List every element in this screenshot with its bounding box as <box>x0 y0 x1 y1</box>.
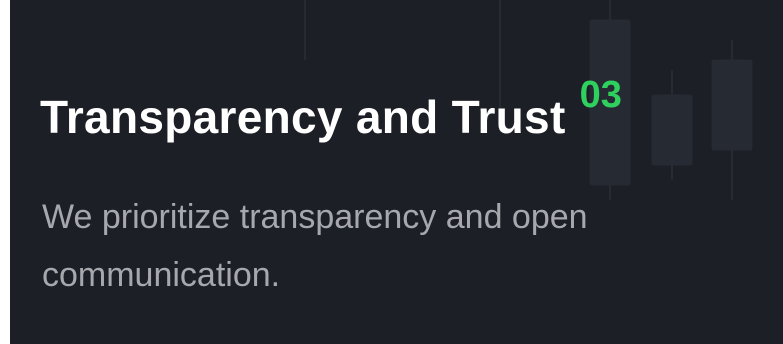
card-description: We prioritize transparency and open comm… <box>42 198 588 294</box>
card-number: 03 <box>579 74 622 116</box>
feature-card: Transparency and Trust 03 We prioritize … <box>10 0 783 344</box>
title-row: Transparency and Trust 03 <box>40 74 622 156</box>
card-title: Transparency and Trust <box>40 91 566 143</box>
